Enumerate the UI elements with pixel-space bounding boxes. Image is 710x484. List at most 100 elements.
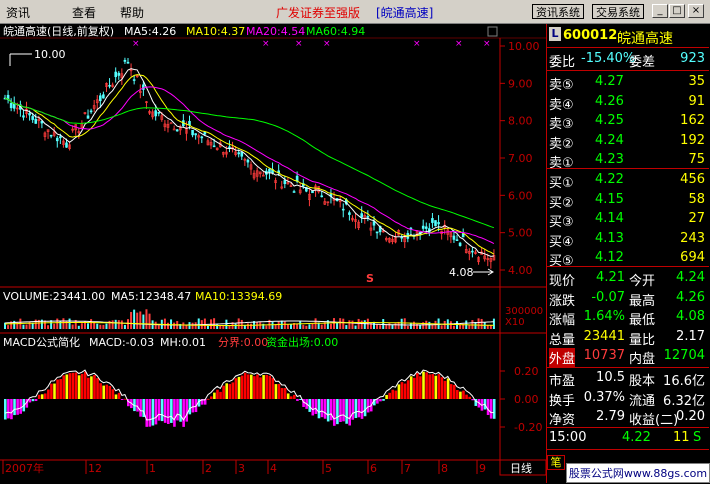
- volume-bar: [90, 319, 93, 329]
- macd-bar: [388, 392, 391, 399]
- order-level-label: 卖④: [549, 97, 574, 113]
- kline-chart[interactable]: 皖通高速(日线,前复权) MA5:4.26 MA10:4.37 MA20:4.5…: [0, 24, 546, 483]
- ask-row[interactable]: 卖⑤ 4.27 35: [547, 73, 709, 93]
- bid-row[interactable]: 买② 4.15 58: [547, 191, 709, 211]
- weibi-value: -15.40%: [581, 51, 636, 66]
- bid-row[interactable]: 买③ 4.14 27: [547, 210, 709, 230]
- volume-bar: [157, 325, 160, 329]
- macd-bar: [246, 374, 250, 399]
- volume-bar: [228, 325, 231, 329]
- candle-body: [228, 146, 231, 149]
- candle-body: [31, 116, 34, 120]
- macd-bar: [139, 399, 142, 417]
- candle-body: [126, 61, 130, 64]
- volume-bar: [133, 309, 136, 329]
- menu-item-view[interactable]: 查看: [72, 4, 96, 21]
- macd-bar: [268, 375, 272, 399]
- app-title: 广发证券至强版: [276, 6, 361, 20]
- order-volume: 27: [688, 211, 705, 227]
- candle-body: [212, 145, 216, 148]
- period-tab[interactable]: 日线: [510, 461, 532, 475]
- volume-bar: [197, 318, 200, 329]
- volume-bar: [87, 323, 90, 329]
- bid-row[interactable]: 买① 4.22 456: [547, 171, 709, 191]
- macd-bar: [62, 375, 66, 399]
- volume-bar: [206, 325, 209, 329]
- volume-bar: [394, 323, 397, 329]
- stat-label: 总量: [549, 332, 576, 348]
- macd-bar: [468, 396, 471, 399]
- candle-body: [59, 136, 62, 139]
- macd-bar: [47, 389, 50, 399]
- macd-bar: [105, 384, 109, 399]
- date-label: 6: [370, 462, 377, 475]
- menu-bar: 资讯 查看 帮助 广发证券至强版 [皖通高速] 资讯系统 交易系统 _ □ ×: [0, 0, 710, 24]
- price-tick-label: 9.00: [508, 77, 533, 90]
- macd-bar: [87, 377, 90, 399]
- macd-bar: [191, 399, 195, 413]
- volume-bar: [47, 325, 50, 329]
- stat-value: 2.79: [596, 409, 625, 425]
- volume-bar: [182, 322, 185, 329]
- macd-bar: [13, 399, 16, 416]
- order-price: 4.14: [595, 211, 624, 227]
- vol-ma5-label: MA5:12348.47: [111, 290, 191, 303]
- volume-bar: [102, 324, 105, 329]
- volume-bar: [99, 324, 102, 329]
- weibi-label: 委比: [549, 55, 576, 70]
- price-tick-label: 10.00: [508, 40, 540, 53]
- ask-row[interactable]: 卖② 4.24 192: [547, 132, 709, 152]
- trade-system-button[interactable]: 交易系统: [592, 4, 644, 19]
- menu-item-help[interactable]: 帮助: [120, 4, 144, 21]
- macd-bar: [412, 377, 416, 399]
- macd-bar: [250, 374, 253, 399]
- volume-bar: [246, 323, 249, 329]
- tick-detail-tab[interactable]: 笔: [547, 455, 565, 470]
- macd-bar: [16, 399, 19, 415]
- order-level-label: 卖③: [549, 117, 574, 133]
- macd-bar: [262, 375, 265, 399]
- macd-bar: [431, 374, 435, 399]
- volume-bar: [357, 318, 360, 329]
- ask-row[interactable]: 卖③ 4.25 162: [547, 112, 709, 133]
- macd-bar: [348, 399, 351, 426]
- stat-label: 现价: [549, 274, 576, 289]
- macd-bar: [446, 378, 450, 399]
- volume-bar: [449, 321, 452, 329]
- volume-bar: [136, 312, 139, 329]
- volume-bar: [419, 324, 422, 329]
- stat-label: 今开: [629, 274, 656, 289]
- macd-bar: [163, 399, 167, 423]
- info-system-button[interactable]: 资讯系统: [532, 4, 584, 19]
- volume-bar: [483, 322, 486, 329]
- low-price-marker: 4.08: [449, 266, 474, 279]
- maximize-button[interactable]: □: [669, 4, 685, 18]
- macd-bar: [293, 394, 296, 399]
- bid-row[interactable]: 买④ 4.13 243: [547, 230, 709, 250]
- macd-bar: [339, 399, 342, 422]
- volume-bar: [329, 323, 332, 329]
- volume-bar: [286, 324, 289, 329]
- macd-bar: [31, 399, 35, 402]
- menu-item-info[interactable]: 资讯: [6, 4, 30, 21]
- order-price: 4.27: [595, 74, 624, 89]
- stat-value: 4.08: [676, 309, 705, 325]
- volume-bar: [305, 325, 308, 329]
- candle-body: [437, 222, 440, 225]
- candle-body: [191, 129, 194, 136]
- close-button[interactable]: ×: [688, 4, 704, 18]
- volume-bar: [440, 325, 443, 329]
- macd-bar: [329, 399, 333, 421]
- ask-row[interactable]: 卖④ 4.26 91: [547, 93, 709, 113]
- macd-bar: [216, 389, 219, 399]
- candle-body: [9, 102, 13, 109]
- minimize-button[interactable]: _: [652, 4, 668, 18]
- stat-label: 内盘: [629, 352, 656, 368]
- volume-bar: [111, 320, 114, 329]
- macd-bar: [354, 399, 358, 419]
- macd-bar: [425, 372, 428, 399]
- volume-bar: [237, 318, 240, 329]
- candle-body: [434, 220, 437, 227]
- candle-body: [157, 112, 161, 114]
- volume-bar: [203, 318, 206, 329]
